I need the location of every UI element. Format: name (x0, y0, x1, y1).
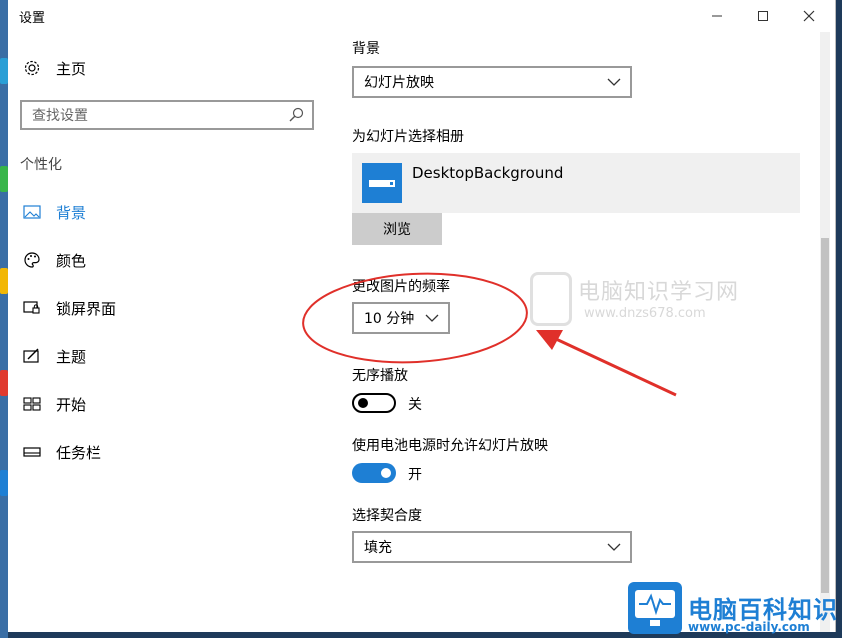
background-dropdown[interactable]: 幻灯片放映 (352, 66, 632, 98)
monitor-icon (628, 582, 682, 634)
lock-screen-icon (20, 298, 44, 318)
sidebar-item-start[interactable]: 开始 (20, 387, 86, 421)
scrollbar[interactable] (820, 32, 830, 632)
taskbar-icon (20, 442, 44, 462)
sidebar-item-colors[interactable]: 颜色 (20, 243, 86, 277)
frequency-dropdown[interactable]: 10 分钟 (352, 302, 450, 334)
sidebar-item-label: 任务栏 (56, 443, 102, 462)
chevron-down-icon (607, 543, 621, 551)
minimize-button[interactable] (694, 0, 740, 32)
start-icon (20, 394, 44, 414)
watermark-url: www.dnzs678.com (584, 306, 706, 321)
sidebar-item-taskbar[interactable]: 任务栏 (20, 435, 101, 469)
fit-label: 选择契合度 (352, 508, 422, 524)
desktop-background-strip (0, 0, 8, 638)
background-label: 背景 (352, 41, 380, 57)
theme-icon (20, 346, 44, 366)
folder-icon (362, 163, 402, 203)
fit-dropdown-value: 填充 (364, 540, 392, 556)
shuffle-state: 关 (408, 397, 422, 413)
close-button[interactable] (786, 0, 832, 32)
background-dropdown-value: 幻灯片放映 (364, 75, 434, 91)
sidebar-item-label: 颜色 (56, 251, 87, 270)
sidebar-item-label: 锁屏界面 (56, 299, 117, 318)
search-input[interactable]: 查找设置 (20, 100, 314, 130)
sidebar-item-home[interactable]: 主页 (20, 51, 86, 85)
image-icon (20, 202, 44, 222)
shuffle-toggle[interactable] (352, 393, 396, 413)
sidebar-item-background[interactable]: 背景 (20, 195, 86, 229)
window-title: 设置 (19, 11, 46, 26)
sidebar-item-label: 背景 (56, 203, 87, 222)
gear-icon (20, 58, 44, 78)
palette-icon (20, 250, 44, 270)
logo-url: www.pc-daily.com (688, 620, 810, 634)
site-logo: 电脑百科知识 www.pc-daily.com (626, 580, 842, 638)
minimize-icon (712, 15, 722, 17)
frequency-label: 更改图片的频率 (352, 279, 450, 295)
sidebar-item-label: 主题 (56, 347, 87, 366)
fit-dropdown[interactable]: 填充 (352, 531, 632, 563)
album-item[interactable]: DesktopBackground (352, 153, 800, 213)
sidebar: 主页 查找设置 个性化 背景 颜色 锁屏界面 主题 开始 任务栏 (8, 32, 328, 632)
battery-state: 开 (408, 467, 422, 483)
chevron-down-icon (607, 78, 621, 86)
watermark-name: 电脑知识学习网 (578, 280, 740, 305)
watermark: 电脑知识学习网 www.dnzs678.com (530, 270, 810, 330)
browse-button[interactable]: 浏览 (352, 213, 442, 245)
sidebar-item-lock-screen[interactable]: 锁屏界面 (20, 291, 116, 325)
search-icon[interactable] (286, 105, 306, 125)
sidebar-item-label: 主页 (56, 59, 87, 78)
sidebar-item-themes[interactable]: 主题 (20, 339, 86, 373)
close-icon (803, 10, 815, 22)
sidebar-item-label: 开始 (56, 395, 87, 414)
search-placeholder: 查找设置 (32, 108, 88, 124)
maximize-icon (758, 11, 768, 21)
album-name: DesktopBackground (412, 164, 564, 182)
maximize-button[interactable] (740, 0, 786, 32)
scrollbar-thumb[interactable] (821, 238, 829, 593)
battery-toggle[interactable] (352, 463, 396, 483)
title-bar: 设置 (8, 0, 835, 32)
watermark-logo-icon (530, 272, 572, 326)
section-heading: 个性化 (20, 157, 62, 173)
frequency-dropdown-value: 10 分钟 (364, 311, 415, 327)
shuffle-label: 无序播放 (352, 368, 408, 384)
chevron-down-icon (425, 314, 439, 322)
battery-label: 使用电池电源时允许幻灯片放映 (352, 438, 548, 454)
main-content: 背景 幻灯片放映 为幻灯片选择相册 DesktopBackground 浏览 更… (338, 32, 818, 632)
album-label: 为幻灯片选择相册 (352, 129, 464, 145)
